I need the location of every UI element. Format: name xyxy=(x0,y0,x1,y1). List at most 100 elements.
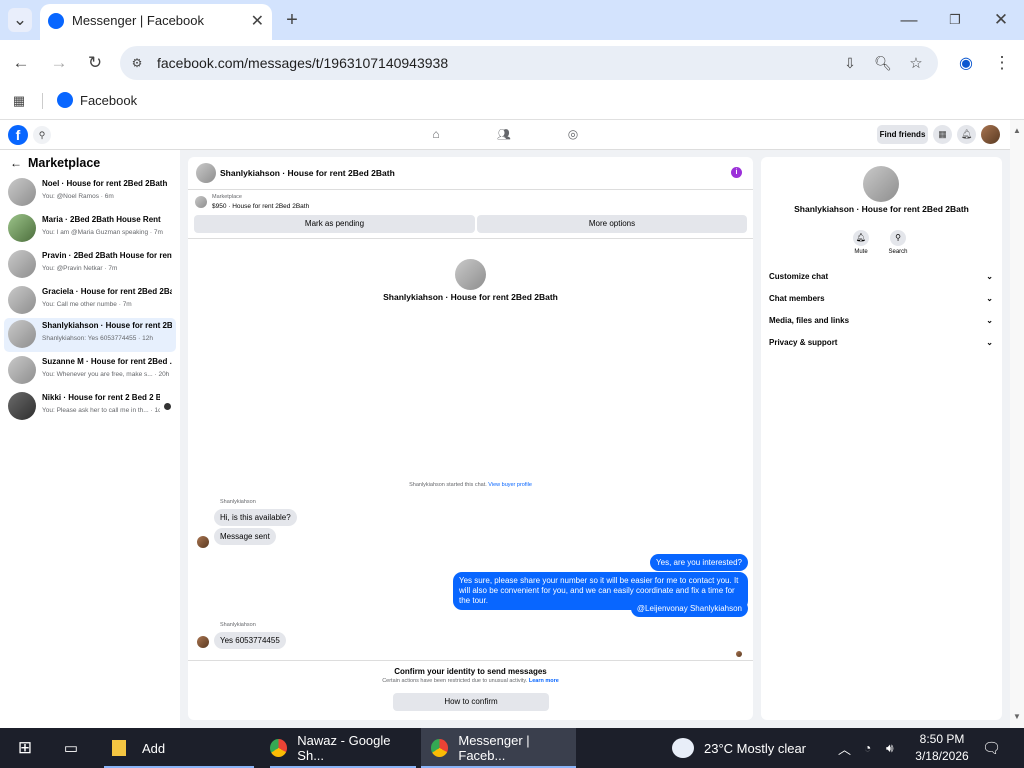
address-bar[interactable]: ⚙ facebook.com/messages/t/19631071409439… xyxy=(120,46,938,80)
how-to-confirm-button[interactable]: How to confirm xyxy=(393,693,549,711)
back-arrow-icon[interactable]: ← xyxy=(10,156,22,170)
conversation-item[interactable]: Nikki · House for rent 2 Bed 2 B... You:… xyxy=(4,390,176,424)
chat-started-notice: Shanlykiahson started this chat. View bu… xyxy=(188,482,753,488)
customize-chat-row[interactable]: Customize chat ⌄ xyxy=(769,272,997,288)
bookmark-star-icon[interactable]: ☆ xyxy=(906,53,926,73)
new-tab-icon[interactable]: + xyxy=(282,8,302,32)
message-incoming[interactable]: Hi, is this available? xyxy=(214,509,297,526)
conversation-sidebar: ← Marketplace Noel · House for rent 2Bed… xyxy=(0,150,180,728)
notifications-bell-icon[interactable]: 🔔︎ xyxy=(957,125,976,144)
browser-tab[interactable]: Messenger | Facebook ✕ xyxy=(40,4,272,40)
taskbar-file-explorer[interactable]: Add xyxy=(104,728,254,768)
conversation-preview: You: @Noel Ramos · 6m xyxy=(42,193,114,200)
conversation-name: Suzanne M · House for rent 2Bed ... xyxy=(42,357,172,366)
intro-avatar[interactable] xyxy=(455,259,486,290)
friends-icon[interactable]: 👥︎ xyxy=(496,126,512,142)
minimize-icon[interactable]: — xyxy=(898,8,920,32)
taskbar-chrome-sheets[interactable]: Nawaz - Google Sh... xyxy=(270,728,416,768)
reload-icon[interactable]: ↻ xyxy=(84,52,106,74)
message-incoming[interactable]: Message sent xyxy=(214,528,276,545)
message-incoming[interactable]: Yes 6053774455 xyxy=(214,632,286,649)
home-icon[interactable]: ⌂ xyxy=(428,126,444,142)
chat-started-text: Shanlykiahson started this chat. xyxy=(409,482,487,488)
clock-date[interactable]: 3/18/2026 xyxy=(912,749,972,763)
chat-header-avatar[interactable] xyxy=(196,163,216,183)
mark-as-pending-button[interactable]: Mark as pending xyxy=(194,215,475,233)
details-avatar[interactable] xyxy=(863,166,899,202)
tab-search-chevron-icon[interactable]: ⌄ xyxy=(8,8,32,32)
chevron-down-icon: ⌄ xyxy=(986,272,993,281)
more-options-button[interactable]: More options xyxy=(477,215,747,233)
avatar xyxy=(8,286,36,314)
info-icon[interactable]: i xyxy=(731,167,742,178)
privacy-support-row[interactable]: Privacy & support ⌄ xyxy=(769,338,997,354)
conversation-item[interactable]: Maria · 2Bed 2Bath House Rent You: I am … xyxy=(4,212,176,246)
conversation-name: Pravin · 2Bed 2Bath House for rent xyxy=(42,251,172,260)
scroll-up-icon[interactable]: ▲ xyxy=(1013,126,1021,135)
search-conversation-icon[interactable]: ⚲ xyxy=(890,230,906,246)
avatar xyxy=(8,320,36,348)
window-close-icon[interactable]: ✕ xyxy=(990,8,1012,32)
message-outgoing[interactable]: @Leijenvonay Shanlykiahson xyxy=(630,600,748,617)
mute-bell-icon[interactable]: 🔔︎ xyxy=(853,230,869,246)
back-icon[interactable]: ← xyxy=(10,52,32,74)
avatar xyxy=(8,214,36,242)
chrome-icon xyxy=(270,739,288,757)
learn-more-link[interactable]: Learn more xyxy=(529,678,559,684)
menu-kebab-icon[interactable]: ⋮ xyxy=(992,52,1012,74)
divider xyxy=(188,660,753,661)
conversation-item-active[interactable]: Shanlykiahson · House for rent 2B... Sha… xyxy=(4,318,176,352)
media-files-links-row[interactable]: Media, files and links ⌄ xyxy=(769,316,997,332)
sender-label: Shanlykiahson xyxy=(220,622,256,628)
chevron-down-icon: ⌄ xyxy=(986,338,993,347)
site-info-icon[interactable]: ⚙ xyxy=(128,54,146,72)
folder-icon xyxy=(112,740,126,756)
network-icon[interactable]: ◔ xyxy=(864,728,880,768)
details-name: Shanlykiahson · House for rent 2Bed 2Bat… xyxy=(794,204,969,214)
divider xyxy=(42,93,43,109)
conversation-item[interactable]: Pravin · 2Bed 2Bath House for rent You: … xyxy=(4,248,176,282)
apps-grid-icon[interactable]: ▦ xyxy=(10,92,28,110)
scroll-down-icon[interactable]: ▼ xyxy=(1013,712,1021,721)
conversation-item[interactable]: Graciela · House for rent 2Bed 2Bath You… xyxy=(4,284,176,318)
facebook-logo-icon[interactable]: f xyxy=(8,125,28,145)
sender-avatar xyxy=(197,536,209,548)
menu-grid-icon[interactable]: ▦ xyxy=(933,125,952,144)
chat-header-title[interactable]: Shanlykiahson · House for rent 2Bed 2Bat… xyxy=(220,168,395,178)
profile-icon[interactable]: ◉ xyxy=(955,52,977,74)
install-app-icon[interactable]: ⇩ xyxy=(840,53,860,73)
forward-icon[interactable]: → xyxy=(48,52,70,74)
show-hidden-icons-icon[interactable]: ︿ xyxy=(838,728,854,768)
bookmark-facebook[interactable]: Facebook xyxy=(80,93,137,108)
view-buyer-profile-link[interactable]: View buyer profile xyxy=(488,482,532,488)
notifications-icon[interactable]: 🗨︎ xyxy=(982,728,1002,768)
find-friends-button[interactable]: Find friends xyxy=(877,125,928,144)
chat-members-row[interactable]: Chat members ⌄ xyxy=(769,294,997,310)
row-label: Customize chat xyxy=(769,272,829,281)
listing-thumbnail[interactable] xyxy=(195,196,207,208)
message-outgoing[interactable]: Yes, are you interested? xyxy=(650,554,748,571)
seen-indicator-avatar xyxy=(736,651,742,657)
conversation-item[interactable]: Noel · House for rent 2Bed 2Bath You: @N… xyxy=(4,176,176,210)
clock-time[interactable]: 8:50 PM xyxy=(912,732,972,746)
start-windows-icon[interactable]: ⊞ xyxy=(14,728,36,768)
taskbar-chrome-messenger[interactable]: Messenger | Faceb... xyxy=(421,728,576,768)
zoom-icon[interactable]: 🔍︎ xyxy=(873,53,893,73)
conversation-details-panel: Shanlykiahson · House for rent 2Bed 2Bat… xyxy=(761,157,1002,720)
taskbar-weather[interactable]: 23°C Mostly clear xyxy=(672,728,832,768)
groups-icon[interactable]: ◎ xyxy=(565,126,581,142)
search-icon[interactable]: ⚲ xyxy=(33,126,51,144)
divider xyxy=(188,238,753,239)
listing-title[interactable]: $950 · House for rent 2Bed 2Bath xyxy=(212,203,309,210)
volume-icon[interactable]: 🔊︎ xyxy=(886,728,902,768)
restore-icon[interactable]: ❐ xyxy=(944,8,966,32)
tab-close-icon[interactable]: ✕ xyxy=(251,11,264,31)
chat-panel: Shanlykiahson · House for rent 2Bed 2Bat… xyxy=(188,157,753,720)
conversation-preview: You: I am @Maria Guzman speaking · 7m xyxy=(42,229,163,236)
task-view-icon[interactable]: ▭ xyxy=(60,728,82,768)
conversation-item[interactable]: Suzanne M · House for rent 2Bed ... You:… xyxy=(4,354,176,388)
conversation-name: Noel · House for rent 2Bed 2Bath xyxy=(42,179,168,188)
page-scrollbar[interactable]: ▲ ▼ xyxy=(1010,120,1024,728)
avatar xyxy=(8,250,36,278)
account-avatar[interactable] xyxy=(981,125,1000,144)
